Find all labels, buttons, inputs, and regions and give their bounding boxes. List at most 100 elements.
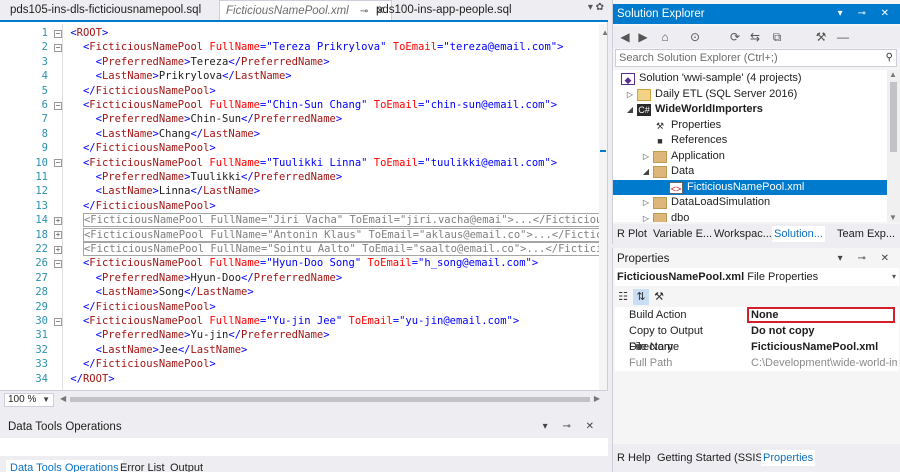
code-line[interactable]: 34 </ROOT> bbox=[0, 372, 596, 386]
panel-window-icons[interactable]: ▾ ⊸ ✕ bbox=[543, 418, 600, 436]
tab-properties[interactable]: Properties bbox=[761, 450, 816, 466]
pin-icon[interactable]: ⊸ bbox=[360, 2, 368, 22]
code-line[interactable]: 6− <FicticiousNamePool FullName="Chin-Su… bbox=[0, 98, 596, 112]
tree-item-label: WideWorldImporters bbox=[655, 103, 763, 115]
code-text: <FicticiousNamePool FullName="Jiri Vacha… bbox=[64, 213, 600, 228]
code-line[interactable]: 28 <LastName>Song</LastName> bbox=[0, 285, 596, 299]
code-line[interactable]: 3 <PreferredName>Tereza</PreferredName> bbox=[0, 55, 596, 69]
tab-team-explorer[interactable]: Team Exp... bbox=[837, 226, 895, 242]
code-line[interactable]: 30− <FicticiousNamePool FullName="Yu-jin… bbox=[0, 314, 596, 328]
tree-item[interactable]: ■ References bbox=[613, 133, 887, 149]
code-line[interactable]: 32 <LastName>Jee</LastName> bbox=[0, 343, 596, 357]
code-line[interactable]: 9 </FicticiousNamePool> bbox=[0, 141, 596, 155]
tab-solution-explorer[interactable]: Solution... bbox=[772, 226, 825, 242]
code-line[interactable]: 11 <PreferredName>Tuulikki</PreferredNam… bbox=[0, 170, 596, 184]
tree-item[interactable]: ▷ dbo bbox=[613, 211, 887, 223]
tab-getting-started-ssis[interactable]: Getting Started (SSIS) bbox=[655, 450, 768, 466]
code-line[interactable]: 4 <LastName>Prikrylova</LastName> bbox=[0, 69, 596, 83]
scroll-left-icon[interactable]: ◀ bbox=[60, 394, 66, 403]
code-line[interactable]: 29 </FicticiousNamePool> bbox=[0, 300, 596, 314]
forward-icon[interactable]: ▶ bbox=[635, 29, 651, 45]
tab-error-list[interactable]: Error List bbox=[116, 460, 169, 472]
code-line[interactable]: 22 + <FicticiousNamePool FullName="Sointu… bbox=[0, 242, 600, 256]
expand-arrow-icon[interactable]: ▷ bbox=[641, 211, 651, 223]
scroll-thumb[interactable] bbox=[70, 397, 590, 402]
code-line[interactable]: 31 <PreferredName>Yu-jin</PreferredName> bbox=[0, 328, 596, 342]
property-row[interactable]: Full Path C:\Development\wide-world-im bbox=[615, 355, 899, 371]
tab-workspaces[interactable]: Workspac... bbox=[714, 226, 772, 242]
editor-horizontal-scrollbar[interactable]: ◀ ▶ bbox=[60, 394, 600, 403]
collapsed-region[interactable]: <FicticiousNamePool FullName="Jiri Vacha… bbox=[82, 213, 600, 228]
scroll-down-icon[interactable]: ▼ bbox=[889, 213, 897, 222]
property-value[interactable]: FicticiousNamePool.xml bbox=[751, 339, 897, 355]
code-line[interactable]: 14 + <FicticiousNamePool FullName="Jiri V… bbox=[0, 213, 600, 228]
collapse-all-icon[interactable]: ⧉ bbox=[769, 29, 785, 45]
pending-changes-icon[interactable]: ⊙ bbox=[687, 29, 703, 45]
refresh-icon[interactable]: ⇆ bbox=[747, 29, 763, 45]
alphabetical-icon[interactable]: ⇅ bbox=[633, 289, 649, 305]
property-value[interactable]: C:\Development\wide-world-im bbox=[751, 355, 897, 371]
object-selector[interactable]: FicticiousNamePool.xml File Properties ▾ bbox=[615, 268, 899, 286]
tab-data-tools-operations[interactable]: Data Tools Operations bbox=[6, 460, 123, 472]
tree-item[interactable]: <> FicticiousNamePool.xml bbox=[613, 179, 887, 195]
search-input[interactable]: Search Solution Explorer (Ctrl+;) ⚲ bbox=[615, 49, 897, 67]
code-line[interactable]: 12 <LastName>Linna</LastName> bbox=[0, 184, 596, 198]
tab-ficticiousnamepool-xml[interactable]: FicticiousNamePool.xml ⊸ ✕ bbox=[219, 0, 392, 20]
panel-title: Solution Explorer bbox=[617, 8, 705, 20]
collapse-arrow-icon[interactable]: ◢ bbox=[641, 164, 651, 180]
tab-r-plot[interactable]: R Plot bbox=[617, 226, 647, 242]
categorized-icon[interactable]: ☷ bbox=[615, 289, 631, 305]
ssis-project-icon bbox=[637, 88, 651, 101]
code-line[interactable]: 8 <LastName>Chang</LastName> bbox=[0, 127, 596, 141]
code-line[interactable]: 2− <FicticiousNamePool FullName="Tereza … bbox=[0, 40, 596, 54]
code-line[interactable]: 7 <PreferredName>Chin-Sun</PreferredName… bbox=[0, 112, 596, 126]
expand-arrow-icon[interactable]: ▷ bbox=[641, 149, 651, 165]
code-line[interactable]: 18 + <FicticiousNamePool FullName="Antoni… bbox=[0, 227, 600, 242]
code-line[interactable]: 1− <ROOT> bbox=[0, 26, 596, 40]
property-row[interactable]: Build Action None bbox=[615, 307, 899, 323]
scroll-right-icon[interactable]: ▶ bbox=[594, 394, 600, 403]
collapsed-region[interactable]: <FicticiousNamePool FullName="Antonin Kl… bbox=[82, 227, 600, 242]
property-row[interactable]: File Name FicticiousNamePool.xml bbox=[615, 339, 899, 355]
code-line[interactable]: 33 </FicticiousNamePool> bbox=[0, 357, 596, 371]
property-pages-icon[interactable]: ⚒ bbox=[651, 289, 667, 305]
tree-item[interactable]: ▷ DataLoadSimulation bbox=[613, 195, 887, 211]
code-area[interactable]: 1− <ROOT> 2− <FicticiousNamePool FullName… bbox=[0, 24, 600, 390]
tree-item[interactable]: ◢ C# WideWorldImporters bbox=[613, 102, 887, 118]
zoom-dropdown[interactable]: 100 % ▼ bbox=[4, 393, 54, 407]
scroll-thumb[interactable] bbox=[890, 82, 897, 152]
code-line[interactable]: 5 </FicticiousNamePool> bbox=[0, 84, 596, 98]
tab-variable-explorer[interactable]: Variable E... bbox=[653, 226, 712, 242]
tree-item[interactable]: ▷ Daily ETL (SQL Server 2016) bbox=[613, 87, 887, 103]
tab-overflow-chevron-icon[interactable]: ▾ ✿ bbox=[588, 2, 604, 13]
code-line[interactable]: 13 </FicticiousNamePool> bbox=[0, 199, 596, 213]
scroll-up-icon[interactable]: ▲ bbox=[889, 70, 897, 79]
tab-output[interactable]: Output bbox=[166, 460, 207, 472]
tree-item[interactable]: ◢ Data bbox=[613, 164, 887, 180]
collapsed-region[interactable]: <FicticiousNamePool FullName="Sointu Aal… bbox=[82, 242, 600, 256]
code-line[interactable]: 10− <FicticiousNamePool FullName="Tuulik… bbox=[0, 156, 596, 170]
expand-arrow-icon[interactable]: ▷ bbox=[625, 87, 635, 103]
tab-r-help[interactable]: R Help bbox=[615, 450, 653, 466]
tree-item[interactable]: ⚒ Properties bbox=[613, 118, 887, 134]
tree-item[interactable]: ▷ Application bbox=[613, 149, 887, 165]
tab-sql-ficticiousnamepool[interactable]: pds105-ins-dls-ficticiousnamepool.sql bbox=[4, 0, 207, 20]
panel-window-icons[interactable]: ▾ ⊸ ✕ bbox=[838, 250, 895, 268]
back-icon[interactable]: ◀ bbox=[617, 29, 633, 45]
expand-arrow-icon[interactable]: ▷ bbox=[641, 195, 651, 211]
sync-icon[interactable]: ⟳ bbox=[727, 29, 743, 45]
code-line[interactable]: 26− <FicticiousNamePool FullName="Hyun-D… bbox=[0, 256, 596, 270]
preview-icon[interactable]: — bbox=[835, 29, 851, 45]
collapse-arrow-icon[interactable]: ◢ bbox=[625, 102, 635, 118]
tree-vertical-scrollbar[interactable]: ▲ ▼ bbox=[887, 70, 900, 222]
scroll-up-icon[interactable]: ▲ bbox=[601, 28, 609, 37]
code-line[interactable]: 27 <PreferredName>Hyun-Doo</PreferredNam… bbox=[0, 271, 596, 285]
tree-item[interactable]: ◆ Solution 'wwi-sample' (4 projects) bbox=[613, 71, 887, 87]
properties-wrench-icon[interactable]: ⚒ bbox=[813, 29, 829, 45]
home-icon[interactable]: ⌂ bbox=[657, 29, 673, 45]
tab-sql-app-people[interactable]: pds100-ins-app-people.sql bbox=[370, 0, 518, 20]
property-row[interactable]: Copy to Output Directory Do not copy bbox=[615, 323, 899, 353]
editor-vertical-scrollbar[interactable]: ▲ bbox=[599, 24, 609, 390]
property-value[interactable]: Do not copy bbox=[751, 323, 897, 339]
panel-window-icons[interactable]: ▾ ⊸ ✕ bbox=[838, 4, 895, 24]
